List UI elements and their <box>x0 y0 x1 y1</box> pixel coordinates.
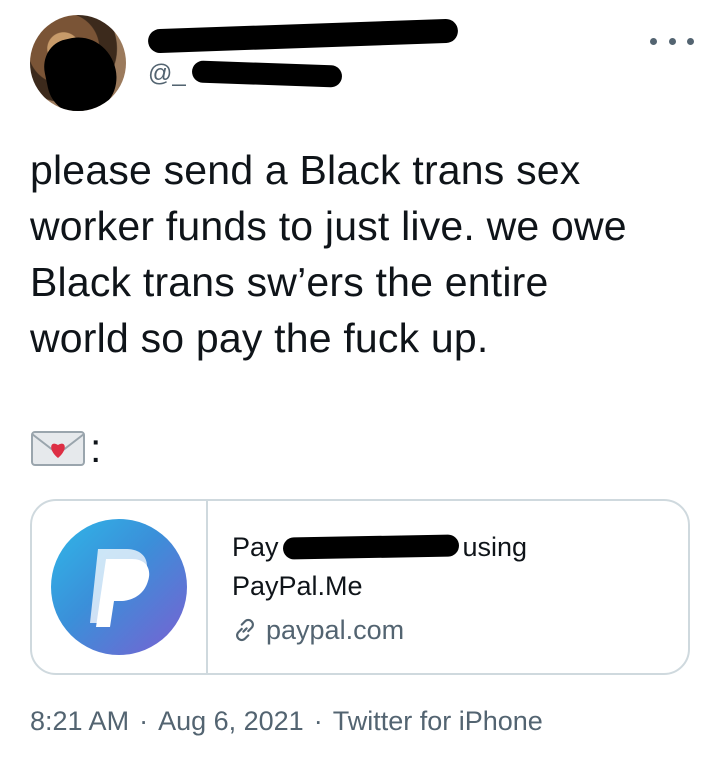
link-icon <box>236 618 254 642</box>
more-dot <box>687 37 694 45</box>
more-options-icon[interactable] <box>650 34 694 48</box>
tweet-date[interactable]: Aug 6, 2021 <box>158 706 304 737</box>
tweet-time[interactable]: 8:21 AM <box>30 706 129 737</box>
tweet-meta: 8:21 AM · Aug 6, 2021 · Twitter for iPho… <box>30 706 543 737</box>
tweet-source[interactable]: Twitter for iPhone <box>333 706 543 737</box>
card-domain-text: paypal.com <box>266 615 405 645</box>
paypal-p-icon <box>90 549 150 627</box>
emoji-line: : <box>30 424 101 472</box>
handle-redaction <box>191 60 343 88</box>
card-title[interactable]: Pay using <box>232 527 527 567</box>
card-title-prefix: Pay <box>232 532 279 562</box>
card-body[interactable]: Pay using PayPal.Me paypal.com <box>208 501 527 673</box>
card-domain[interactable]: paypal.com <box>232 611 527 649</box>
card-title-line2: PayPal.Me <box>232 571 363 601</box>
handle[interactable]: @_ <box>148 60 343 88</box>
more-dot <box>650 37 657 45</box>
display-name[interactable] <box>147 18 459 54</box>
tweet-text: please send a Black trans sex worker fun… <box>30 147 627 361</box>
meta-separator: · <box>313 706 323 736</box>
display-name-redaction <box>147 18 459 54</box>
link-card[interactable]: Pay using PayPal.Me paypal.com <box>30 499 690 675</box>
paypal-logo-icon <box>51 519 187 655</box>
tweet[interactable]: @_ please send a Black trans sex worker … <box>0 0 720 759</box>
card-title-redaction <box>282 534 459 560</box>
envelope-with-heart-icon <box>31 431 85 466</box>
handle-prefix: @_ <box>148 60 186 87</box>
meta-separator: · <box>139 706 149 736</box>
card-title-suffix: using <box>462 532 528 562</box>
emoji-line-colon: : <box>90 424 102 471</box>
avatar-redaction <box>38 30 124 111</box>
more-dot <box>668 37 676 45</box>
avatar[interactable] <box>30 15 126 111</box>
card-media[interactable] <box>32 501 208 673</box>
